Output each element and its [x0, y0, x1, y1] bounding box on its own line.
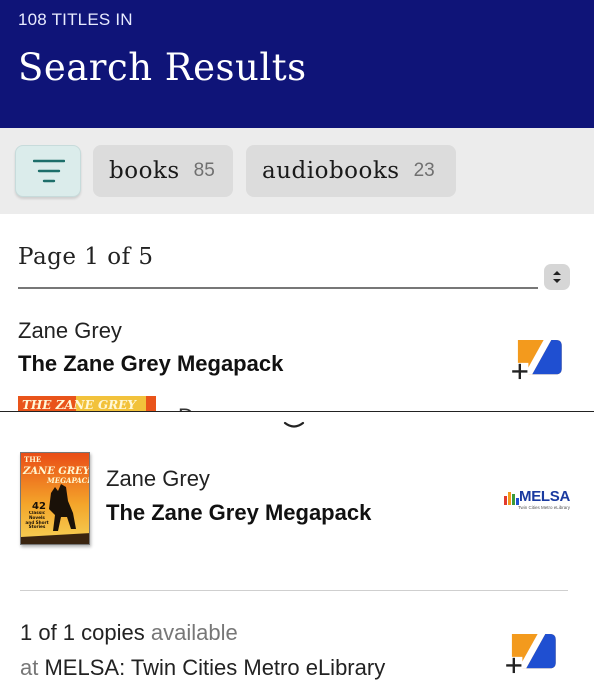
copies-status: available: [150, 620, 238, 645]
result-title[interactable]: The Zane Grey Megapack: [18, 351, 283, 377]
book-author: Zane Grey: [106, 466, 210, 491]
add-to-list-icon[interactable]: [502, 634, 558, 674]
cover-art: THE ZANE GREY MEGAPACK 42 Classic Novels…: [21, 453, 90, 544]
filter-chip-audiobooks[interactable]: audiobooks 23: [246, 145, 456, 197]
page-label: Page 1 of 5: [18, 244, 154, 270]
book-cover[interactable]: THE ZANE GREY MEGAPACK 42 Classic Novels…: [20, 452, 90, 545]
cover-subtitle: Classic Novels and Short Stories: [25, 511, 49, 530]
filter-bar: books 85 audiobooks 23: [0, 128, 594, 214]
page-sort-button[interactable]: [544, 264, 570, 290]
cover-line1: THE: [24, 455, 41, 464]
library-logo-mark: [504, 492, 519, 505]
chip-label: books: [109, 158, 180, 184]
page-title: Search Results: [18, 46, 307, 89]
chip-count: 23: [413, 160, 435, 181]
book-title: The Zane Grey Megapack: [106, 500, 372, 525]
result-count-label: 108 TITLES IN: [18, 10, 133, 29]
library-line: at MELSA: Twin Cities Metro eLibrary: [20, 655, 385, 681]
cover-text: THE ZANE GREY: [22, 398, 136, 412]
copies-availability: 1 of 1 copies available: [20, 620, 238, 646]
copies-count: 1 of 1 copies: [20, 620, 145, 645]
add-to-list-icon[interactable]: [508, 340, 564, 380]
divider: [20, 590, 568, 591]
page-header: 108 TITLES IN Search Results: [0, 0, 594, 128]
filter-lines-icon: [33, 159, 65, 183]
chip-count: 85: [193, 160, 215, 181]
up-down-chevron-icon: [553, 271, 561, 283]
availability-sheet: THE ZANE GREY MEGAPACK 42 Classic Novels…: [0, 411, 594, 683]
chip-label: audiobooks: [262, 158, 400, 184]
result-author[interactable]: Zane Grey: [18, 318, 122, 344]
page-select[interactable]: Page 1 of 5: [18, 242, 538, 289]
library-logo: MELSA Twin Cities Metro eLibrary: [504, 488, 570, 512]
library-prefix: at: [20, 655, 39, 680]
library-logo-tagline: Twin Cities Metro eLibrary: [518, 505, 571, 510]
library-name[interactable]: MELSA: Twin Cities Metro eLibrary: [44, 655, 385, 680]
library-logo-name: MELSA: [519, 488, 571, 505]
chevron-down-icon[interactable]: [283, 421, 305, 431]
filter-chip-books[interactable]: books 85: [93, 145, 233, 197]
filter-button[interactable]: [15, 145, 81, 197]
cover-line3: MEGAPACK: [46, 476, 90, 485]
